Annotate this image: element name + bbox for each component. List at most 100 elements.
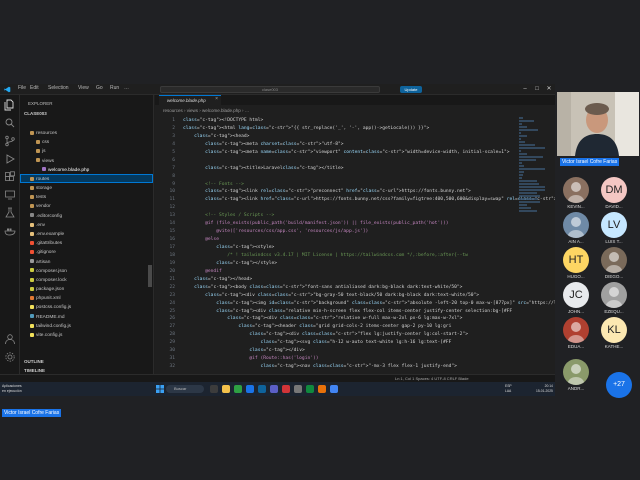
command-center-search[interactable]: clase003	[160, 86, 380, 93]
taskbar-widget[interactable]: Aplicaciones en ejecución	[2, 384, 22, 393]
tree-item[interactable]: storage	[30, 185, 52, 193]
tab-welcome-blade[interactable]: welcome.blade.php ×	[159, 95, 221, 105]
menu-go[interactable]: Go	[96, 85, 103, 91]
sidebar-scrollbar[interactable]	[148, 265, 152, 287]
taskbar-clock[interactable]: 20:14 15-01-2025	[536, 384, 553, 393]
explorer-icon[interactable]	[4, 99, 16, 111]
remote-explorer-icon[interactable]	[4, 189, 16, 201]
code-line[interactable]: 18 /* ! tailwindcss v3.4.17 | MIT Licens…	[159, 252, 519, 260]
file-explorer-icon[interactable]	[222, 385, 230, 393]
menu-selection[interactable]: Selection	[48, 85, 69, 91]
tree-item[interactable]: tailwind.config.js	[30, 323, 71, 331]
project-folder[interactable]: CLASE003	[24, 111, 47, 116]
tree-item[interactable]: .env	[30, 222, 45, 230]
code-line[interactable]: 8	[159, 173, 519, 181]
code-line[interactable]: 2 class="c-tag"><html lang=class="c-str">…	[159, 125, 519, 133]
maximize-icon[interactable]: □	[532, 85, 542, 93]
app-orange-icon[interactable]	[318, 385, 326, 393]
participant-tile[interactable]: HT HUGO...	[562, 247, 590, 279]
participant-tile[interactable]: ANDR...	[562, 359, 590, 391]
task-view-icon[interactable]	[210, 385, 218, 393]
account-icon[interactable]	[4, 333, 16, 345]
edge-icon[interactable]	[246, 385, 254, 393]
language-indicator[interactable]: ESP LAA	[505, 384, 512, 393]
terminal-icon[interactable]	[294, 385, 302, 393]
code-line[interactable]: 29 class="c-tag"><svg class="h-12 w-auto…	[159, 339, 519, 347]
tree-item[interactable]: .env.example	[30, 231, 64, 239]
code-line[interactable]: 27 class="c-tag"><header class="grid gri…	[159, 323, 519, 331]
chrome-icon[interactable]	[234, 385, 242, 393]
outline-section[interactable]: OUTLINE	[24, 359, 44, 364]
teams-icon[interactable]	[270, 385, 278, 393]
code-line[interactable]: 11 class="c-tag"><link href="class="c-ur…	[159, 196, 555, 204]
tree-item[interactable]: vite.config.js	[30, 332, 62, 340]
participant-tile[interactable]: DM DAVID...	[600, 177, 628, 209]
code-line[interactable]: 26 class="c-tag"><div class=class="c-str…	[159, 315, 519, 323]
close-window-icon[interactable]: ✕	[544, 85, 554, 93]
breadcrumb[interactable]: resources › views › welcome.blade.php › …	[163, 108, 249, 113]
participant-tile[interactable]: KEVIN...	[562, 177, 590, 209]
tree-item[interactable]: .gitattributes	[30, 240, 62, 248]
participant-tile[interactable]: LV LUIS T...	[600, 212, 628, 244]
participant-tile[interactable]: DIEGO...	[600, 247, 628, 279]
code-line[interactable]: 25 class="c-tag"><div class="relative mi…	[159, 308, 519, 316]
menu-view[interactable]: View	[78, 85, 89, 91]
self-video-tile[interactable]	[557, 92, 639, 156]
update-button[interactable]: Update	[400, 86, 422, 93]
docker-icon[interactable]	[4, 225, 16, 237]
code-line[interactable]: 14 @if (file_exists(public_path('build/m…	[159, 220, 519, 228]
tree-item[interactable]: package.json	[30, 286, 64, 294]
taskbar-search[interactable]: Buscar	[166, 385, 204, 393]
tree-item[interactable]: vendor	[30, 203, 51, 211]
vscode-taskbar-icon[interactable]	[258, 385, 266, 393]
testing-icon[interactable]	[4, 207, 16, 219]
code-line[interactable]: 15 @vite(['resources/css/app.css', 'reso…	[159, 228, 519, 236]
tree-item[interactable]: .editorconfig	[30, 213, 62, 221]
participant-tile[interactable]: AIN A...	[562, 212, 590, 244]
tree-item[interactable]: js	[36, 148, 45, 156]
settings-gear-icon[interactable]	[4, 351, 16, 363]
code-line[interactable]: 9 <!-- Fonts -->	[159, 181, 519, 189]
tree-item[interactable]: postcss.config.js	[30, 304, 71, 312]
code-line[interactable]: 12	[159, 204, 519, 212]
code-line[interactable]: 24 class="c-tag"><img id=class="c-str">"…	[159, 300, 555, 308]
tree-item[interactable]: css	[36, 139, 49, 147]
tree-item[interactable]: welcome.blade.php	[42, 167, 89, 175]
code-line[interactable]: 7 class="c-tag"><title>Laravelclass="c-t…	[159, 165, 519, 173]
code-line[interactable]: 30 class="c-tag"></div>	[159, 347, 519, 355]
menu-edit[interactable]: Edit	[30, 85, 39, 91]
code-line[interactable]: 13 <!-- Styles / Scripts -->	[159, 212, 519, 220]
tree-item[interactable]: resources	[30, 130, 57, 138]
close-icon[interactable]: ×	[215, 96, 218, 102]
app-red-icon[interactable]	[282, 385, 290, 393]
code-line[interactable]: 6	[159, 157, 519, 165]
tree-item[interactable]: artisan	[30, 259, 50, 267]
code-line[interactable]: 23 class="c-tag"><div class=class="c-str…	[159, 292, 519, 300]
code-line[interactable]: 31 @if (Route::has('login'))	[159, 355, 519, 363]
tree-item[interactable]: views	[36, 158, 54, 166]
tree-item[interactable]: composer.lock	[30, 277, 67, 285]
minimap[interactable]	[517, 117, 549, 377]
code-line[interactable]: 32 class="c-tag"><nav class=class="c-str…	[159, 363, 519, 371]
code-view[interactable]: 1 class="c-tag"><!DOCTYPE html> 2 class="c-…	[159, 117, 555, 371]
participant-tile[interactable]: KL KATHE...	[600, 317, 628, 349]
tree-item[interactable]: phpunit.xml	[30, 295, 61, 303]
code-line[interactable]: 5 class="c-tag"><meta name=class="c-str"…	[159, 149, 519, 157]
more-participants-button[interactable]: +27	[606, 372, 632, 398]
windows-start-icon[interactable]	[156, 385, 164, 393]
search-icon[interactable]	[4, 117, 16, 129]
code-line[interactable]: 10 class="c-tag"><link rel=class="c-str"…	[159, 188, 519, 196]
code-line[interactable]: 1 class="c-tag"><!DOCTYPE html>	[159, 117, 519, 125]
tree-item[interactable]: .gitignore	[30, 249, 56, 257]
tree-item[interactable]: composer.json	[30, 268, 67, 276]
tree-item[interactable]: tests	[30, 194, 46, 202]
menu-more[interactable]: …	[124, 85, 129, 91]
tree-item[interactable]: routes	[30, 176, 49, 184]
code-line[interactable]: 17 class="c-tag"><style>	[159, 244, 519, 252]
menu-run[interactable]: Run	[110, 85, 119, 91]
code-line[interactable]: 20 @endif	[159, 268, 519, 276]
participant-tile[interactable]: JC JOHN...	[562, 282, 590, 314]
code-line[interactable]: 22 class="c-tag"><body class=class="c-st…	[159, 284, 519, 292]
code-line[interactable]: 28 class="c-tag"><div class=class="c-str…	[159, 331, 519, 339]
source-control-icon[interactable]	[4, 135, 16, 147]
